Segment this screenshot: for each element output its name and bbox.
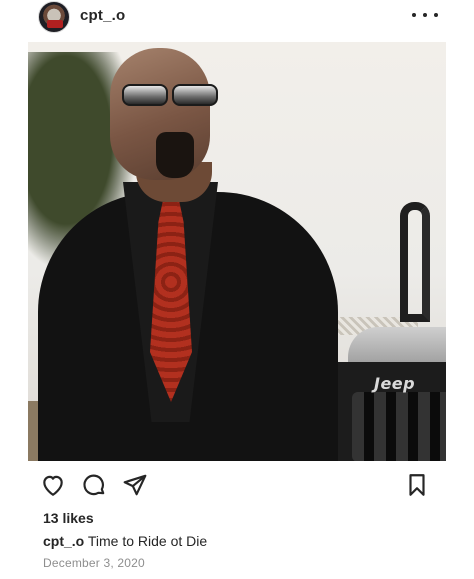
- photo-man: [28, 42, 446, 461]
- man-beard: [156, 132, 194, 178]
- caption-username[interactable]: cpt_.o: [43, 533, 84, 549]
- send-icon[interactable]: [120, 470, 150, 500]
- caption-text: Time to Ride ot Die: [84, 533, 208, 549]
- sunglasses: [114, 84, 222, 106]
- heart-icon[interactable]: [38, 470, 68, 500]
- post-header: cpt_.o: [0, 0, 474, 38]
- post-photo[interactable]: Jeep: [28, 42, 446, 461]
- more-dot: [423, 13, 427, 17]
- more-options-icon[interactable]: [412, 5, 438, 25]
- lens-left: [122, 84, 168, 106]
- lens-right: [172, 84, 218, 106]
- more-dot: [434, 13, 438, 17]
- post-date: December 3, 2020: [43, 556, 145, 570]
- bookmark-icon[interactable]: [402, 470, 432, 500]
- user-avatar[interactable]: [38, 1, 70, 33]
- likes-count[interactable]: 13 likes: [43, 510, 94, 526]
- post-username[interactable]: cpt_.o: [80, 7, 125, 24]
- post-actions: [0, 466, 474, 506]
- more-dot: [412, 13, 416, 17]
- comment-icon[interactable]: [79, 470, 109, 500]
- post-caption: cpt_.o Time to Ride ot Die: [43, 533, 207, 549]
